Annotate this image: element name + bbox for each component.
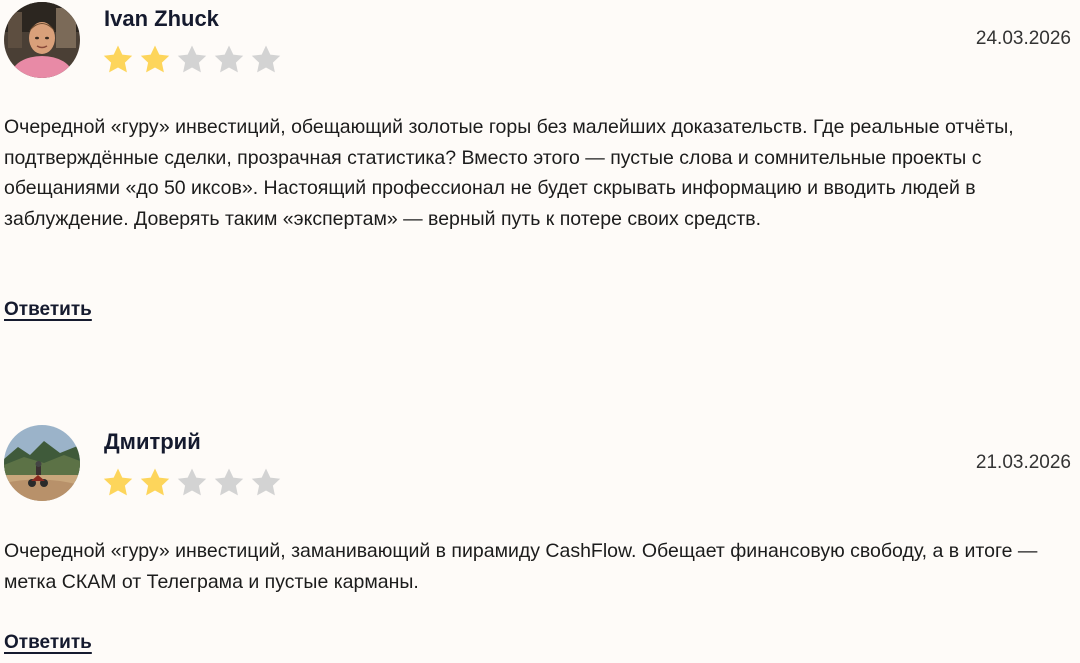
reply-link[interactable]: Ответить [4, 632, 92, 654]
review-text: Очередной «гуру» инвестиций, заманивающи… [4, 540, 1038, 593]
star-empty-icon [177, 468, 207, 496]
star-filled-icon [140, 45, 170, 73]
star-empty-icon [251, 468, 281, 496]
star-empty-icon [214, 468, 244, 496]
review-date: 21.03.2026 [975, 452, 1071, 473]
review-date: 24.03.2026 [975, 28, 1071, 49]
avatar[interactable] [4, 425, 80, 501]
star-empty-icon [214, 45, 244, 73]
star-filled-icon [103, 468, 133, 496]
avatar-photo-icon [4, 2, 80, 78]
star-rating [102, 44, 282, 74]
reply-link[interactable]: Ответить [4, 299, 92, 321]
star-rating [102, 467, 282, 497]
review-author: Ivan Zhuck [104, 6, 219, 31]
avatar-photo-icon [4, 425, 80, 501]
star-filled-icon [103, 45, 133, 73]
star-filled-icon [140, 468, 170, 496]
star-empty-icon [177, 45, 207, 73]
star-empty-icon [251, 45, 281, 73]
review-text: Очередной «гуру» инвестиций, обещающий з… [4, 116, 1014, 230]
avatar[interactable] [4, 2, 80, 78]
review-author: Дмитрий [104, 429, 201, 454]
